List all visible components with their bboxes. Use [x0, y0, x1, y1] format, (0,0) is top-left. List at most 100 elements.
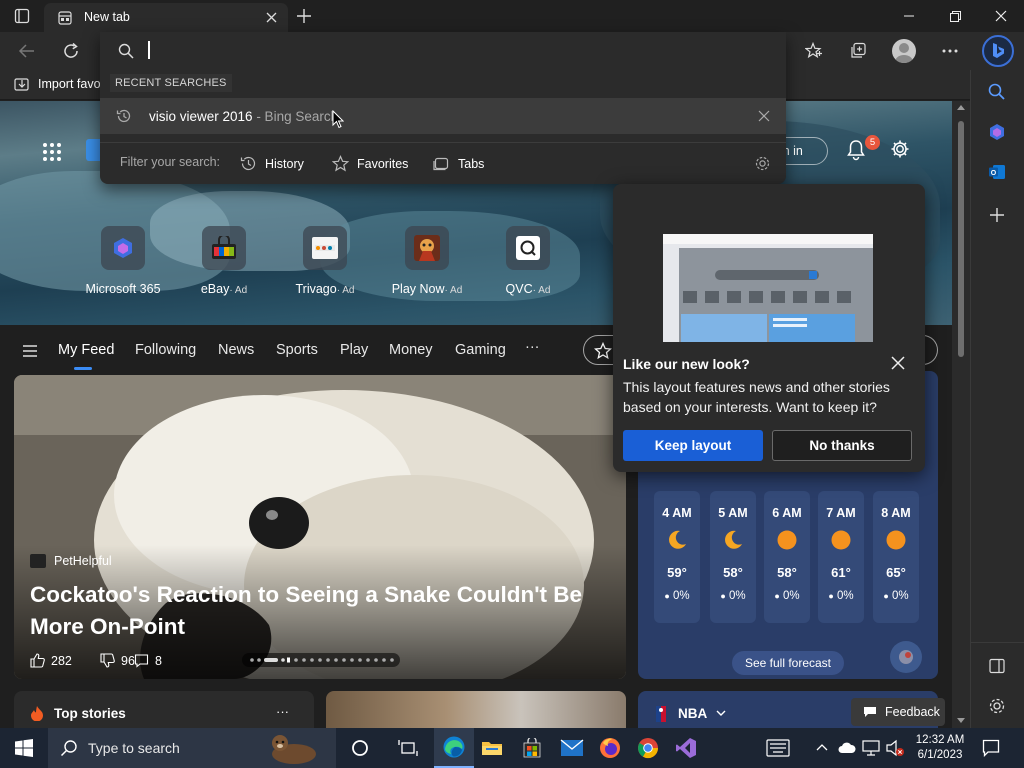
refresh-icon[interactable]: [62, 42, 80, 60]
nba-title[interactable]: NBA: [678, 706, 707, 721]
onedrive-cloud-icon[interactable]: [838, 740, 856, 754]
bing-chat-icon[interactable]: [982, 35, 1014, 67]
more-menu-icon[interactable]: [941, 42, 959, 60]
popup-body: This layout features news and other stor…: [623, 379, 890, 415]
page-scrollbar[interactable]: [952, 101, 970, 728]
scroll-thumb[interactable]: [958, 121, 964, 357]
scroll-up-icon[interactable]: [957, 105, 965, 110]
show-hidden-icons-chevron[interactable]: [816, 743, 828, 751]
hour-forecast[interactable]: 7 AM 61° ● 0%: [818, 491, 864, 623]
page-settings-icon[interactable]: [890, 139, 910, 159]
cortana-button[interactable]: [340, 728, 380, 768]
article-source[interactable]: PetHelpful: [54, 554, 112, 568]
start-button[interactable]: [4, 728, 44, 768]
taskbar-chrome[interactable]: [628, 728, 668, 768]
feedback-button[interactable]: Feedback: [851, 698, 945, 726]
sidebar-settings-icon[interactable]: [988, 697, 1006, 715]
feed-menu-icon[interactable]: [22, 344, 38, 358]
profile-avatar[interactable]: [892, 39, 916, 63]
taskbar-store[interactable]: [512, 728, 552, 768]
story-image-card[interactable]: [326, 691, 626, 728]
see-full-forecast-button[interactable]: See full forecast: [732, 651, 844, 675]
restore-button[interactable]: [932, 0, 978, 32]
layout-preview-illustration: [663, 234, 873, 342]
article-headline[interactable]: Cockatoo's Reaction to Seeing a Snake Co…: [30, 579, 610, 643]
collections-icon[interactable]: [849, 42, 867, 60]
nav-my-feed[interactable]: My Feed: [58, 342, 114, 358]
volume-muted-icon[interactable]: [886, 739, 904, 757]
recent-searches-label: RECENT SEARCHES: [110, 74, 232, 92]
nav-more[interactable]: ···: [525, 339, 540, 355]
comments-button[interactable]: 8: [134, 653, 162, 668]
hour-forecast[interactable]: 6 AM 58° ● 0%: [764, 491, 810, 623]
quick-link-ebay[interactable]: eBay· Ad: [184, 226, 264, 296]
close-popup-icon[interactable]: [891, 356, 905, 370]
taskbar-search-box[interactable]: Type to search: [48, 728, 336, 768]
quick-link-qvc[interactable]: QVC· Ad: [488, 226, 568, 296]
quick-link-play-now[interactable]: Play Now· Ad: [387, 226, 467, 296]
filter-history-button[interactable]: History: [240, 155, 304, 172]
carousel-indicator[interactable]: [242, 653, 400, 667]
touch-keyboard-icon[interactable]: [766, 739, 790, 757]
taskbar-file-explorer[interactable]: [472, 728, 512, 768]
remove-suggestion-icon[interactable]: [758, 110, 770, 122]
minimize-button[interactable]: [886, 0, 932, 32]
new-tab-button[interactable]: [296, 8, 312, 24]
nav-news[interactable]: News: [218, 342, 254, 358]
tab-actions-icon[interactable]: [14, 8, 30, 24]
sidebar-search-icon[interactable]: [988, 83, 1006, 101]
dislike-count: 96: [121, 653, 135, 668]
quick-link-microsoft-365[interactable]: Microsoft 365: [83, 226, 163, 296]
tab-new-tab[interactable]: New tab: [44, 3, 288, 32]
hour-forecast[interactable]: 8 AM 65° ● 0%: [873, 491, 919, 623]
ad-label: · Ad: [336, 285, 355, 296]
action-center-icon[interactable]: [982, 739, 1000, 757]
back-icon[interactable]: [18, 42, 36, 60]
notifications-icon[interactable]: [846, 139, 866, 161]
task-view-button[interactable]: [388, 728, 428, 768]
weather-map-icon[interactable]: [890, 641, 922, 673]
taskbar-firefox[interactable]: [590, 728, 630, 768]
chevron-down-icon[interactable]: [716, 710, 726, 717]
featured-article-card[interactable]: PetHelpful Cockatoo's Reaction to Seeing…: [14, 375, 626, 679]
network-icon[interactable]: [862, 740, 880, 756]
top-stories-title[interactable]: Top stories: [54, 706, 126, 721]
scroll-down-icon[interactable]: [957, 718, 965, 723]
taskbar-edge[interactable]: [434, 728, 474, 768]
nav-play[interactable]: Play: [340, 342, 368, 358]
recent-search-item[interactable]: visio viewer 2016 - Bing Search: [100, 98, 786, 134]
hour-forecast[interactable]: 4 AM 59° ● 0%: [654, 491, 700, 623]
hour-forecast[interactable]: 5 AM 58° ● 0%: [710, 491, 756, 623]
hide-sidebar-icon[interactable]: [989, 658, 1005, 674]
import-icon: [14, 77, 30, 93]
filter-favorites-button[interactable]: Favorites: [332, 155, 408, 172]
search-icon: [60, 739, 78, 757]
taskbar-mail[interactable]: [552, 728, 592, 768]
sidebar-add-icon[interactable]: [989, 207, 1005, 223]
nav-money[interactable]: Money: [389, 342, 433, 358]
favorites-icon[interactable]: [805, 42, 823, 60]
no-thanks-button[interactable]: No thanks: [772, 430, 912, 461]
import-favorites-link[interactable]: Import favo: [38, 77, 101, 91]
clock[interactable]: 12:32 AM 6/1/2023: [912, 733, 968, 763]
top-stories-more[interactable]: ···: [276, 704, 289, 719]
ebay-icon: [202, 226, 246, 270]
hour-rain: ● 0%: [774, 590, 800, 602]
nav-following[interactable]: Following: [135, 342, 196, 358]
sidebar-copilot-icon[interactable]: [988, 123, 1006, 141]
close-window-button[interactable]: [978, 0, 1024, 32]
keep-layout-button[interactable]: Keep layout: [623, 430, 763, 461]
app-launcher-icon[interactable]: [42, 142, 62, 162]
address-bar[interactable]: [100, 32, 786, 70]
sidebar-outlook-icon[interactable]: O: [988, 163, 1006, 181]
filter-tabs-button[interactable]: Tabs: [433, 155, 484, 172]
nav-gaming[interactable]: Gaming: [455, 342, 506, 358]
quick-link-trivago[interactable]: Trivago· Ad: [285, 226, 365, 296]
search-settings-icon[interactable]: [754, 155, 771, 172]
hour-temp: 58°: [723, 565, 743, 580]
like-button[interactable]: 282: [30, 653, 72, 668]
taskbar-visual-studio[interactable]: [666, 728, 706, 768]
dislike-button[interactable]: 96: [100, 653, 135, 668]
nav-sports[interactable]: Sports: [276, 342, 318, 358]
close-tab-icon[interactable]: [266, 12, 277, 23]
